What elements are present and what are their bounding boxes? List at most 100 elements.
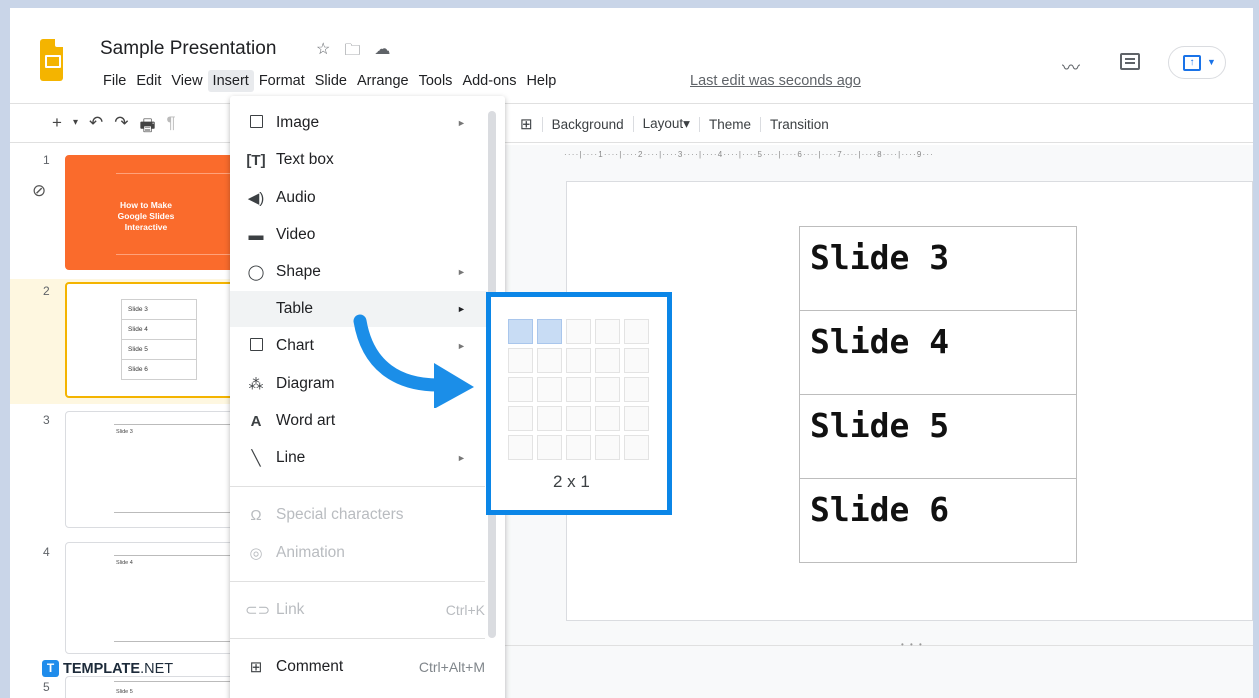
table-size-cell[interactable] bbox=[508, 319, 533, 344]
menu-item-shape[interactable]: ◯ Shape ► bbox=[230, 254, 485, 290]
table-size-cell[interactable] bbox=[595, 319, 620, 344]
table-size-cell[interactable] bbox=[537, 319, 562, 344]
table-size-cell[interactable] bbox=[624, 377, 649, 402]
background-button[interactable]: Background bbox=[541, 116, 633, 132]
redo-icon[interactable]: ↷ bbox=[114, 113, 128, 142]
menu-item-special-characters[interactable]: Ω Special characters bbox=[230, 497, 485, 533]
present-button[interactable]: ↑ ▼ bbox=[1168, 46, 1226, 79]
menu-view[interactable]: View bbox=[166, 70, 207, 92]
menu-add-ons[interactable]: Add-ons bbox=[457, 70, 521, 92]
menu-item-text-box[interactable]: [T] Text box bbox=[230, 142, 485, 178]
menu-help[interactable]: Help bbox=[521, 70, 561, 92]
slide-table-cell[interactable]: Slide 6 bbox=[799, 478, 1077, 563]
add-comment-icon[interactable]: ⊞ bbox=[512, 115, 542, 133]
curved-arrow-icon bbox=[353, 314, 474, 408]
slide-table-cell[interactable]: Slide 3 bbox=[799, 226, 1077, 311]
thumb-table-cell: Slide 4 bbox=[121, 319, 197, 340]
link-chain-icon: ⊘ bbox=[32, 181, 47, 200]
menu-item-animation[interactable]: ◎ Animation bbox=[230, 535, 485, 571]
thumb-table-cell: Slide 5 bbox=[121, 339, 197, 360]
table-size-cell[interactable] bbox=[508, 406, 533, 431]
menu-edit[interactable]: Edit bbox=[131, 70, 166, 92]
theme-button[interactable]: Theme bbox=[698, 116, 760, 132]
table-size-cell[interactable] bbox=[508, 435, 533, 460]
slide-thumbnail-5[interactable]: Slide 5 bbox=[65, 676, 246, 698]
star-icon[interactable]: ☆ bbox=[316, 39, 330, 66]
cloud-status-icon[interactable]: ☁ bbox=[374, 39, 390, 66]
table-size-cell[interactable] bbox=[566, 348, 591, 373]
undo-icon[interactable]: ↶ bbox=[89, 113, 103, 142]
menu-file[interactable]: File bbox=[98, 70, 131, 92]
menu-insert[interactable]: Insert bbox=[207, 70, 254, 92]
table-size-cell[interactable] bbox=[566, 406, 591, 431]
table-size-cell[interactable] bbox=[595, 348, 620, 373]
table-size-cell[interactable] bbox=[566, 319, 591, 344]
horizontal-ruler[interactable]: ····|····1····|····2····|····3····|····4… bbox=[564, 150, 1253, 164]
thumb-caption: Slide 5 bbox=[116, 689, 133, 695]
print-icon[interactable]: 🖶 bbox=[139, 113, 155, 142]
menu-slide[interactable]: Slide bbox=[310, 70, 352, 92]
document-title[interactable]: Sample Presentation bbox=[100, 38, 276, 60]
slide-number: 2 bbox=[43, 284, 50, 298]
notes-resize-handle[interactable]: • • • bbox=[901, 640, 924, 649]
thumb-divider bbox=[114, 512, 245, 513]
slides-logo-icon[interactable] bbox=[40, 39, 63, 81]
thumb-caption: Slide 4 bbox=[116, 560, 133, 566]
table-size-cell[interactable] bbox=[595, 435, 620, 460]
last-edit-link[interactable]: Last edit was seconds ago bbox=[690, 73, 861, 89]
table-size-cell[interactable] bbox=[624, 406, 649, 431]
menu-item-video[interactable]: ▬ Video bbox=[230, 217, 485, 253]
table-size-cell[interactable] bbox=[537, 406, 562, 431]
menu-item-label: Audio bbox=[276, 189, 316, 206]
table-size-cell[interactable] bbox=[537, 377, 562, 402]
slide-table-cell[interactable]: Slide 5 bbox=[799, 394, 1077, 479]
menu-item-audio[interactable]: ◀) Audio bbox=[230, 180, 485, 216]
line-icon: ╲ bbox=[251, 450, 261, 467]
comments-icon[interactable] bbox=[1120, 53, 1140, 70]
slide-thumbnail-3[interactable]: Slide 3 bbox=[65, 411, 246, 528]
table-size-cell[interactable] bbox=[624, 435, 649, 460]
menu-item-link[interactable]: ⊂⊃ Link Ctrl+K bbox=[230, 592, 485, 628]
slide-table-cell[interactable]: Slide 4 bbox=[799, 310, 1077, 395]
menu-item-label: Special characters bbox=[276, 506, 404, 523]
move-folder-icon[interactable]: 🗀 bbox=[344, 39, 360, 66]
menu-item-comment[interactable]: ⊞ Comment Ctrl+Alt+M bbox=[230, 649, 485, 685]
slide-number: 3 bbox=[43, 413, 50, 427]
slide-thumbnail-2[interactable]: Slide 3 Slide 4 Slide 5 Slide 6 bbox=[65, 282, 246, 398]
present-upload-icon: ↑ bbox=[1183, 55, 1201, 71]
chevron-down-icon[interactable]: ▼ bbox=[1207, 57, 1216, 67]
new-slide-dropdown-icon[interactable]: ▾ bbox=[73, 117, 78, 142]
table-size-cell[interactable] bbox=[508, 348, 533, 373]
table-size-cell[interactable] bbox=[595, 377, 620, 402]
menu-tools[interactable]: Tools bbox=[414, 70, 458, 92]
table-size-cell[interactable] bbox=[537, 348, 562, 373]
menu-item-image[interactable]: Image ► bbox=[230, 105, 485, 141]
table-size-cell[interactable] bbox=[624, 319, 649, 344]
slides-app: Sample Presentation ☆ 🗀 ☁ File Edit View… bbox=[10, 8, 1253, 698]
menu-item-word-art[interactable]: A Word art bbox=[230, 403, 485, 439]
slide-thumbnail-1[interactable]: How to Make Google Slides Interactive bbox=[65, 155, 246, 270]
new-slide-icon[interactable]: + bbox=[52, 113, 62, 142]
menu-format[interactable]: Format bbox=[254, 70, 310, 92]
layout-button[interactable]: Layout▾ bbox=[632, 116, 699, 132]
table-size-cell[interactable] bbox=[595, 406, 620, 431]
thumb-divider bbox=[116, 254, 245, 255]
menu-item-line[interactable]: ╲ Line ► bbox=[230, 440, 485, 476]
thumb-caption: Slide 3 bbox=[116, 429, 133, 435]
slide-number: 4 bbox=[43, 545, 50, 559]
menu-arrange[interactable]: Arrange bbox=[352, 70, 414, 92]
transition-button[interactable]: Transition bbox=[759, 116, 838, 132]
comment-icon: ⊞ bbox=[249, 659, 263, 676]
menu-item-label: Comment bbox=[276, 658, 344, 675]
table-size-cell[interactable] bbox=[566, 377, 591, 402]
slide-thumbnail-4[interactable]: Slide 4 bbox=[65, 542, 246, 654]
diagram-icon: ⁂ bbox=[248, 376, 264, 393]
activity-trend-icon[interactable]: 〰 bbox=[1062, 54, 1080, 80]
paint-format-icon[interactable]: ¶ bbox=[167, 113, 176, 142]
table-size-cell[interactable] bbox=[508, 377, 533, 402]
table-size-cell[interactable] bbox=[537, 435, 562, 460]
slide-table[interactable]: Slide 3 Slide 4 Slide 5 Slide 6 bbox=[799, 226, 1077, 563]
table-size-cell[interactable] bbox=[624, 348, 649, 373]
table-size-cell[interactable] bbox=[566, 435, 591, 460]
thumb-table-cell: Slide 3 bbox=[121, 299, 197, 320]
